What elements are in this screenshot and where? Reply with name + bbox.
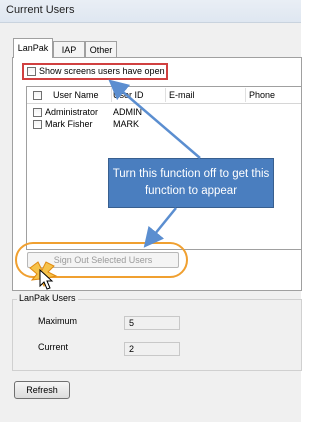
select-all-checkbox[interactable]	[33, 91, 42, 100]
maximum-label: Maximum	[38, 316, 78, 326]
user-id-cell: ADMIN	[113, 107, 142, 117]
show-screens-highlight	[22, 63, 168, 80]
column-separator[interactable]	[165, 88, 166, 102]
tab-iap[interactable]: IAP	[53, 41, 85, 57]
row-checkbox[interactable]	[33, 120, 42, 129]
sign-out-selected-users-button[interactable]: Sign Out Selected Users	[27, 252, 179, 268]
refresh-button[interactable]: Refresh	[14, 381, 70, 399]
current-field: 2	[124, 342, 180, 356]
lanpak-users-title: LanPak Users	[17, 293, 78, 303]
column-header-phone[interactable]: Phone	[249, 90, 275, 100]
lanpak-users-group	[12, 299, 302, 371]
column-header-email[interactable]: E-mail	[169, 90, 195, 100]
title-bar: Current Users	[0, 0, 301, 23]
user-id-cell: MARK	[113, 119, 140, 129]
tab-lanpak[interactable]: LanPak	[13, 38, 53, 58]
tab-other[interactable]: Other	[85, 41, 117, 57]
column-separator[interactable]	[245, 88, 246, 102]
column-header-user-name[interactable]: User Name	[53, 90, 99, 100]
window-title: Current Users	[6, 4, 75, 16]
user-name-cell: Administrator	[45, 107, 99, 117]
user-name-cell: Mark Fisher	[45, 119, 93, 129]
column-separator[interactable]	[111, 88, 112, 102]
column-header-user-id[interactable]: User ID	[113, 90, 144, 100]
current-label: Current	[38, 342, 69, 352]
users-list-header: User Name User ID E-mail Phone	[27, 87, 301, 104]
annotation-callout: Turn this function off to get this funct…	[108, 158, 274, 208]
current-users-window: Current Users LanPak IAP Other Show scre…	[0, 0, 302, 422]
maximum-field: 5	[124, 316, 180, 330]
row-checkbox[interactable]	[33, 108, 42, 117]
